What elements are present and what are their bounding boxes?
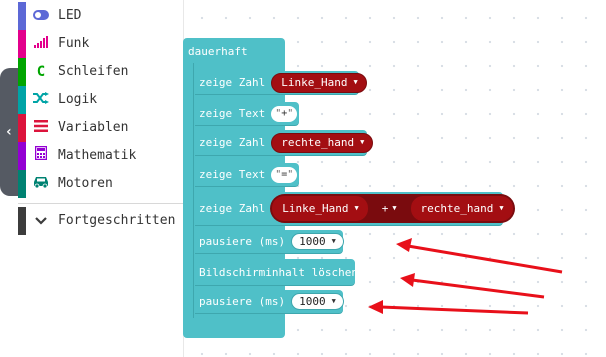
toolbox: ‹ LED Funk C Schleifen Logik Variablen M… [0, 0, 184, 357]
dropdown-arrow-icon: ▼ [331, 297, 336, 305]
block-label: pausiere (ms) [199, 235, 286, 248]
category-color-strip [18, 58, 26, 86]
dropdown-arrow-icon: ▼ [353, 78, 358, 86]
category-color-strip [18, 170, 26, 198]
pause-block[interactable]: pausiere (ms) 1000 ▼ [195, 290, 344, 313]
chevron-left-icon: ‹ [4, 124, 14, 140]
show-text-block[interactable]: zeige Text " = " [195, 163, 299, 186]
category-color-strip [18, 207, 26, 235]
category-color-strip [18, 142, 26, 170]
duration-dropdown[interactable]: 1000 ▼ [291, 233, 344, 250]
category-label: Variablen [58, 120, 129, 135]
shuffle-icon [32, 86, 50, 114]
pause-block[interactable]: pausiere (ms) 1000 ▼ [195, 230, 344, 253]
category-color-strip [18, 86, 26, 114]
category-led[interactable]: LED [18, 2, 184, 30]
operator-symbol: + [381, 202, 389, 215]
list-icon [32, 114, 50, 142]
category-logik[interactable]: Logik [18, 86, 184, 114]
dropdown-arrow-icon: ▼ [360, 138, 365, 146]
operator-dropdown[interactable]: + ▼ [368, 203, 411, 214]
toggle-icon [32, 2, 50, 30]
category-color-strip [18, 30, 26, 58]
category-mathematik[interactable]: Mathematik [18, 142, 184, 170]
dropdown-arrow-icon: ▼ [331, 237, 336, 245]
variable-name: rechte_hand [281, 136, 355, 149]
category-color-strip [18, 114, 26, 142]
text-input[interactable]: " + " [271, 105, 298, 122]
category-color-strip [18, 2, 26, 30]
duration-dropdown[interactable]: 1000 ▼ [291, 293, 344, 310]
block-label: Bildschirminhalt löschen [199, 265, 358, 279]
category-label: Mathematik [58, 148, 137, 163]
category-label: Logik [58, 92, 98, 107]
block-label: zeige Zahl [199, 76, 266, 89]
dropdown-arrow-icon: ▼ [354, 204, 359, 212]
dropdown-arrow-icon: ▼ [499, 204, 504, 212]
category-fortgeschritten[interactable]: Fortgeschritten [18, 207, 184, 235]
category-label: Funk [58, 36, 90, 51]
show-text-block[interactable]: zeige Text " + " [195, 102, 299, 125]
dropdown-arrow-icon: ▼ [392, 204, 397, 212]
forever-label: dauerhaft [188, 45, 248, 58]
category-label: Motoren [58, 176, 113, 191]
show-number-block[interactable]: zeige Zahl Linke_Hand ▼ + ▼ rechte_hand … [195, 192, 515, 225]
variable-dropdown[interactable]: rechte_hand ▼ [410, 196, 513, 221]
refresh-icon: C [36, 64, 46, 80]
collapse-toolbox-button[interactable]: ‹ [0, 68, 18, 196]
variable-name: rechte_hand [420, 202, 494, 215]
block-label: zeige Zahl [199, 136, 266, 149]
variable-name: Linke_Hand [282, 202, 349, 215]
variable-dropdown[interactable]: Linke_Hand ▼ [271, 72, 367, 93]
show-number-block[interactable]: zeige Zahl Linke_Hand ▼ [195, 71, 367, 94]
category-funk[interactable]: Funk [18, 30, 184, 58]
block-label: pausiere (ms) [199, 295, 286, 308]
show-number-block[interactable]: zeige Zahl rechte_hand ▼ [195, 130, 374, 155]
block-label: zeige Zahl [199, 202, 266, 215]
addition-block[interactable]: Linke_Hand ▼ + ▼ rechte_hand ▼ [270, 194, 515, 223]
block-label: zeige Text [199, 168, 266, 181]
category-schleifen[interactable]: C Schleifen [18, 58, 184, 86]
text-input[interactable]: " = " [271, 166, 298, 183]
car-icon [32, 170, 50, 198]
signal-bars-icon [32, 30, 50, 58]
block-label: zeige Text [199, 107, 266, 120]
category-label: Schleifen [58, 64, 129, 79]
category-label: Fortgeschritten [58, 213, 176, 228]
clear-screen-block[interactable]: Bildschirminhalt löschen [195, 259, 358, 285]
variable-name: Linke_Hand [281, 76, 348, 89]
category-motoren[interactable]: Motoren [18, 170, 184, 198]
category-variablen[interactable]: Variablen [18, 114, 184, 142]
chevron-down-icon [32, 207, 50, 235]
duration-value: 1000 [299, 235, 326, 248]
variable-dropdown[interactable]: rechte_hand ▼ [271, 132, 374, 153]
category-label: LED [58, 8, 82, 23]
duration-value: 1000 [299, 295, 326, 308]
variable-dropdown[interactable]: Linke_Hand ▼ [272, 196, 368, 221]
toolbox-separator [18, 203, 184, 204]
calculator-icon [32, 142, 50, 170]
